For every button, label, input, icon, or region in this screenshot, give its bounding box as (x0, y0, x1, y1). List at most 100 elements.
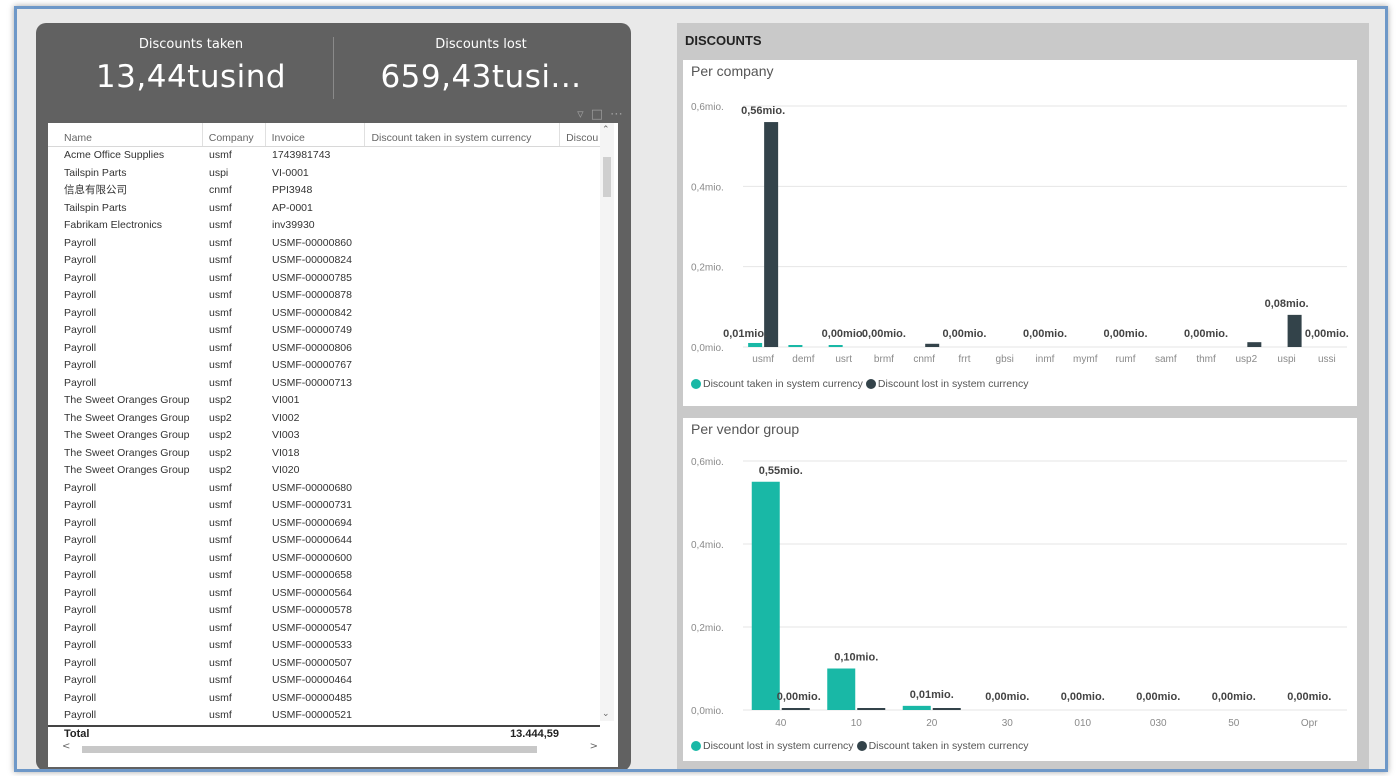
cell-name: Payroll (64, 656, 97, 669)
column-header-invoice[interactable]: Invoice (266, 123, 366, 146)
data-label: 0,00mio. (985, 691, 1029, 703)
table-row[interactable]: The Sweet Oranges Group usp2 VI003 (48, 427, 600, 445)
cell-company: usmf (209, 586, 232, 599)
table-row[interactable]: Payroll usmf USMF-00000658 (48, 567, 600, 585)
table-row[interactable]: Tailspin Parts usmf AP-0001 (48, 200, 600, 218)
cell-name: Payroll (64, 499, 97, 511)
cell-invoice: VI003 (272, 429, 300, 441)
chart-per-vendor-group[interactable]: 0,0mio. 0,2mio. 0,4mio. 0,6mio. 40 10 20 30 010 0… (683, 418, 1357, 761)
table-row[interactable]: Payroll usmf USMF-00000507 (48, 655, 600, 673)
cell-name: The Sweet Oranges Group (64, 429, 190, 441)
chart-per-company[interactable]: 0,0mio. 0,2mio. 0,4mio. 0,6mio. usmf demf usrt… (683, 60, 1357, 406)
cell-invoice: USMF-00000578 (272, 604, 352, 616)
column-header-name[interactable]: Name (48, 123, 203, 146)
x-tick-label: gbsi (996, 354, 1014, 365)
table-row[interactable]: Payroll usmf USMF-00000713 (48, 375, 600, 393)
x-tick-label: mymf (1073, 354, 1098, 365)
table-row[interactable]: Payroll usmf USMF-00000680 (48, 480, 600, 498)
table-row[interactable]: Payroll usmf USMF-00000485 (48, 690, 600, 708)
table-row[interactable]: Payroll usmf USMF-00000767 (48, 357, 600, 375)
table-row[interactable]: Fabrikam Electronics usmf inv39930 (48, 217, 600, 235)
bar-series1[interactable] (748, 342, 763, 347)
legend-item[interactable]: Discount taken in system currency (856, 740, 1028, 752)
table-body[interactable]: Name Company Invoice Discount taken in s… (48, 123, 600, 721)
cell-company: uspi (209, 166, 229, 179)
filter-icon[interactable]: ▿ (577, 107, 584, 122)
table-row[interactable]: The Sweet Oranges Group usp2 VI002 (48, 410, 600, 428)
table-row[interactable]: Payroll usmf USMF-00000644 (48, 532, 600, 550)
cell-name: Payroll (64, 271, 97, 284)
table-row[interactable]: The Sweet Oranges Group usp2 VI020 (48, 462, 600, 480)
cell-company: usmf (209, 691, 232, 704)
column-header-discount-taken[interactable]: Discount taken in system currency (365, 123, 561, 146)
cell-company: usmf (209, 376, 232, 389)
column-header-discount-lost[interactable]: Discou (560, 123, 600, 146)
cell-company: usmf (209, 289, 232, 301)
cell-name: Payroll (64, 709, 97, 721)
table-row[interactable]: 信息有限公司 cnmf PPI3948 (48, 182, 600, 200)
vertical-scrollbar[interactable]: ⌃ ⌄ (600, 123, 614, 721)
x-tick-label: brmf (874, 354, 894, 365)
vertical-scroll-thumb[interactable] (603, 157, 611, 197)
data-label: 0,01mio. (723, 328, 767, 340)
table-row[interactable]: Payroll usmf USMF-00000578 (48, 602, 600, 620)
table-row[interactable]: Acme Office Supplies usmf 1743981743 (48, 147, 600, 165)
bar-series2[interactable] (1247, 342, 1262, 347)
cell-company: usmf (209, 621, 232, 634)
bar-series1[interactable] (827, 668, 856, 711)
table-row[interactable]: Payroll usmf USMF-00000824 (48, 252, 600, 270)
kpi-taken-value: 13,44tusind (95, 59, 287, 95)
table-row[interactable]: Payroll usmf USMF-00000806 (48, 340, 600, 358)
table-row[interactable]: The Sweet Oranges Group usp2 VI018 (48, 445, 600, 463)
bar-series2[interactable] (1287, 314, 1302, 347)
legend-item[interactable]: Discount lost in system currency (865, 378, 1028, 390)
table-row[interactable]: Payroll usmf USMF-00000878 (48, 287, 600, 305)
bar-series1[interactable] (828, 345, 843, 347)
kpi-lost-value: 659,43tusi... (380, 59, 582, 95)
horizontal-scroll-thumb[interactable] (82, 746, 537, 753)
bar-series2[interactable] (857, 708, 886, 710)
y-tick-label: 0,0mio. (691, 706, 724, 717)
bar-series2[interactable] (925, 343, 940, 347)
bar-series2[interactable] (932, 708, 961, 710)
y-tick-label: 0,6mio. (691, 102, 724, 113)
cell-company: usmf (209, 639, 232, 651)
scroll-left-icon[interactable]: < (62, 741, 70, 752)
focus-mode-icon[interactable]: □ (591, 107, 603, 122)
scroll-right-icon[interactable]: > (590, 741, 598, 752)
table-row[interactable]: Payroll usmf USMF-00000547 (48, 620, 600, 638)
y-tick-label: 0,2mio. (691, 263, 724, 274)
table-row[interactable]: Payroll usmf USMF-00000749 (48, 322, 600, 340)
discounts-charts-panel: DISCOUNTS 0,0mio. 0,2mio. 0,4mio. 0,6mio. us… (677, 23, 1369, 769)
cell-name: Tailspin Parts (64, 166, 127, 179)
bar-series1[interactable] (902, 705, 931, 710)
scroll-up-icon[interactable]: ⌃ (602, 125, 610, 135)
column-header-company[interactable]: Company (203, 123, 266, 146)
table-row[interactable]: Payroll usmf USMF-00000600 (48, 550, 600, 568)
cell-company: usp2 (209, 411, 232, 424)
table-row[interactable]: Payroll usmf USMF-00000521 (48, 707, 600, 721)
bar-series2[interactable] (764, 122, 779, 347)
horizontal-scrollbar[interactable]: < > (58, 741, 598, 755)
table-row[interactable]: Payroll usmf USMF-00000842 (48, 305, 600, 323)
bar-series1[interactable] (751, 481, 780, 710)
cell-invoice: USMF-00000860 (272, 236, 352, 249)
table-row[interactable]: Tailspin Parts uspi VI-0001 (48, 165, 600, 183)
cell-name: Payroll (64, 376, 97, 389)
table-row[interactable]: Payroll usmf USMF-00000694 (48, 515, 600, 533)
table-row[interactable]: Payroll usmf USMF-00000785 (48, 270, 600, 288)
cell-company: usmf (209, 201, 232, 214)
scroll-down-icon[interactable]: ⌄ (602, 709, 610, 719)
more-options-icon[interactable]: ⋯ (610, 107, 623, 122)
bar-series2[interactable] (781, 708, 810, 710)
bar-series1[interactable] (788, 345, 803, 347)
table-row[interactable]: Payroll usmf USMF-00000564 (48, 585, 600, 603)
legend-item[interactable]: Discount lost in system currency (691, 740, 854, 752)
table-row[interactable]: Payroll usmf USMF-00000533 (48, 637, 600, 655)
table-row[interactable]: The Sweet Oranges Group usp2 VI001 (48, 392, 600, 410)
table-row[interactable]: Payroll usmf USMF-00000860 (48, 235, 600, 253)
legend-item[interactable]: Discount taken in system currency (691, 378, 863, 390)
kpi-taken-label: Discounts taken (138, 37, 244, 52)
table-row[interactable]: Payroll usmf USMF-00000731 (48, 497, 600, 515)
table-row[interactable]: Payroll usmf USMF-00000464 (48, 672, 600, 690)
